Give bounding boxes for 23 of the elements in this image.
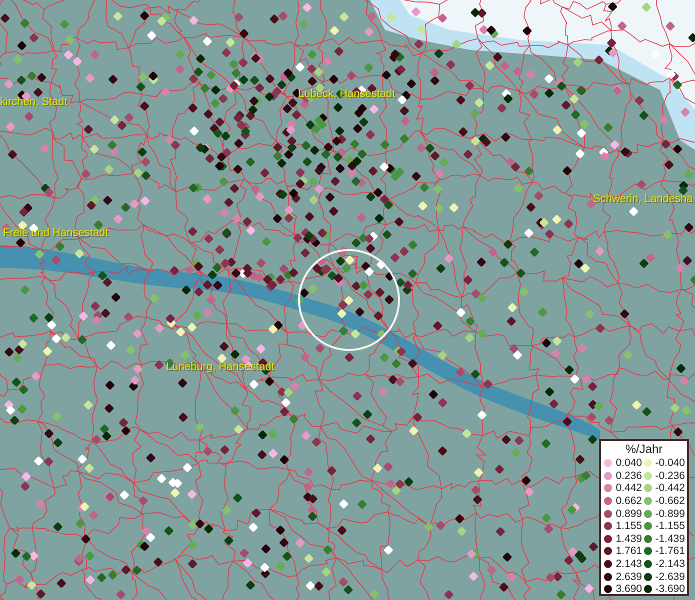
legend-value: -0.442 [655, 482, 685, 494]
legend-value: -2.639 [655, 570, 685, 583]
legend-value: 0.442 [615, 482, 642, 494]
legend-value: 1.439 [615, 532, 642, 545]
legend-value: -3.690 [655, 583, 685, 596]
legend-value: 1.761 [615, 545, 642, 558]
legend-value: 0.040 [615, 457, 642, 470]
legend-value: 2.639 [615, 570, 642, 583]
legend-value: 0.662 [615, 495, 642, 508]
legend-value: 2.143 [615, 558, 642, 570]
legend-value: -1.155 [655, 520, 685, 532]
legend-value: -0.040 [655, 457, 685, 470]
legend-value: 0.236 [615, 470, 642, 482]
legend-value: -0.662 [655, 495, 685, 508]
legend-value: -1.439 [655, 532, 685, 545]
legend-value: 1.155 [615, 520, 642, 532]
legend-value: -0.236 [655, 470, 685, 482]
legend-value: -0.899 [655, 508, 685, 520]
legend-value: -2.143 [655, 558, 685, 570]
legend-value: 3.690 [615, 583, 642, 596]
legend-title: %/Jahr [624, 443, 664, 456]
legend-value: 0.899 [615, 508, 642, 520]
legend-value: -1.761 [655, 545, 685, 558]
